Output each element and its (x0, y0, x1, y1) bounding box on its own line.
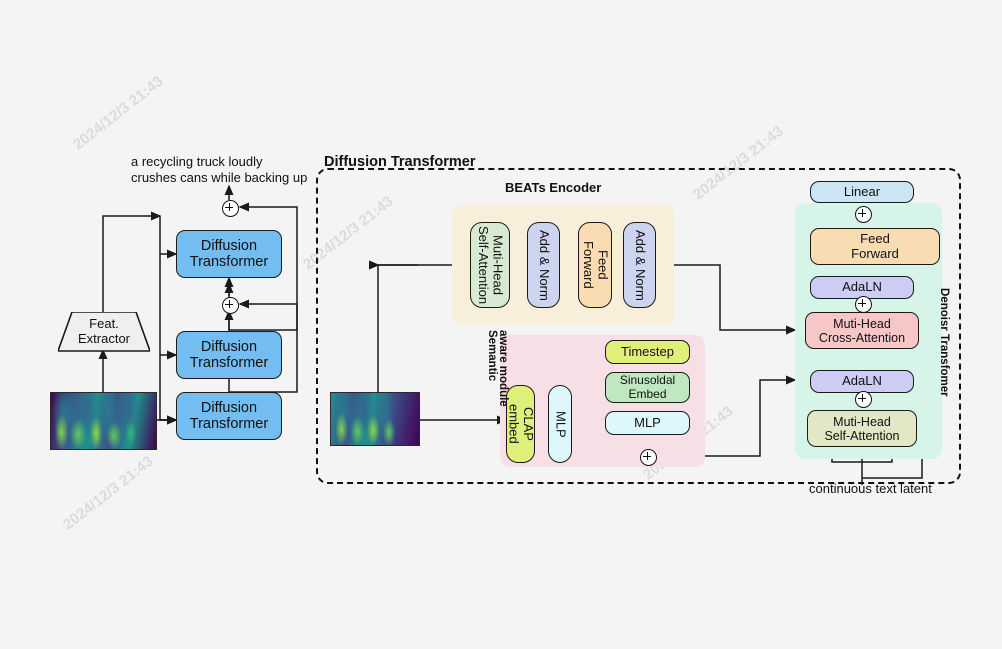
denoiser-adaln-bottom-label: AdaLN (842, 373, 882, 389)
dt-block-1-line2: Transformer (189, 254, 269, 270)
dt-block-3-line1: Diffusion (200, 399, 258, 416)
denoiser-self-attn-line1: Muti-Head (833, 414, 891, 429)
residual-add-lower (222, 297, 239, 314)
semantic-add-node (640, 449, 657, 466)
beats-add-norm-2-label: Add & Norm (632, 229, 648, 301)
diffusion-transformer-title: Diffusion Transformer (324, 154, 476, 170)
denoiser-add-mid (855, 296, 872, 313)
denoiser-adaln-bottom[interactable]: AdaLN (810, 370, 914, 393)
denoiser-ff-line2: Forward (851, 245, 899, 261)
denoiser-adaln-top-label: AdaLN (842, 279, 882, 295)
semantic-module-label-line2: aware module (497, 330, 509, 407)
dt-block-3-line2: Transformer (189, 416, 269, 432)
input-spectrogram-right (330, 392, 420, 446)
semantic-mlp-label: MLP (634, 414, 661, 430)
timestep-block[interactable]: Timestep (605, 340, 690, 364)
beats-feed-forward[interactable]: Feed Forward (578, 222, 612, 308)
denoiser-linear-label: Linear (843, 183, 881, 199)
continuous-text-latent-label: continuous text latent (809, 481, 932, 496)
denoiser-cross-attention[interactable]: Muti-Head Cross-Attention (805, 312, 919, 349)
dt-block-2-line1: Diffusion (200, 338, 258, 355)
denoiser-transformer-label: Denoisr Transfomer (938, 288, 950, 397)
dt-block-1-line1: Diffusion (200, 237, 258, 254)
sinusoidal-line2: Embed (628, 386, 667, 401)
denoiser-ff-line1: Feed (860, 230, 890, 246)
sinusoidal-line1: Sinusoldal (619, 373, 676, 388)
denoiser-self-attn-line2: Self-Attention (824, 428, 900, 443)
sinusoidal-embed-block[interactable]: Sinusoldal Embed (605, 372, 690, 403)
timestep-label: Timestep (621, 343, 674, 359)
denoiser-cross-attn-line2: Cross-Attention (818, 330, 906, 345)
beats-mhsa-line1: Muti-Head (490, 235, 506, 295)
beats-ff-line2: Forward (581, 241, 596, 289)
feat-extractor-label-line1: Feat. (89, 316, 119, 332)
dt-block-2-line2: Transformer (189, 355, 269, 371)
beats-encoder-title: BEATs Encoder (505, 180, 602, 195)
semantic-mlp-block[interactable]: MLP (605, 411, 690, 435)
denoiser-cross-attn-line1: Muti-Head (833, 316, 891, 331)
denoiser-self-attention[interactable]: Muti-Head Self-Attention (807, 410, 917, 447)
beats-add-norm-1[interactable]: Add & Norm (527, 222, 560, 308)
denoiser-add-bottom (855, 391, 872, 408)
diffusion-transformer-block-2[interactable]: Diffusion Transformer (176, 331, 282, 379)
residual-add-upper (222, 200, 239, 217)
clap-embed-label: CLAP embed (506, 404, 537, 444)
clap-embed-block[interactable]: CLAP embed (506, 385, 537, 463)
diffusion-transformer-block-1[interactable]: Diffusion Transformer (176, 230, 282, 278)
beats-add-norm-1-label: Add & Norm (536, 229, 552, 301)
watermark: 2024/12/3 21:43 (70, 72, 167, 154)
semantic-mlp-vertical-label: MLP (553, 410, 569, 438)
prompt-caption-line2: crushes cans while backing up (131, 170, 308, 185)
beats-ff-line1: Feed (595, 250, 611, 280)
input-spectrogram-left (50, 392, 157, 450)
diffusion-transformer-block-3[interactable]: Diffusion Transformer (176, 392, 282, 440)
denoiser-add-top (855, 206, 872, 223)
beats-add-norm-2[interactable]: Add & Norm (623, 222, 656, 308)
feat-extractor-label-line2: Extractor (77, 331, 130, 346)
watermark: 2024/12/3 21:43 (60, 452, 157, 534)
beats-multi-head-self-attention[interactable]: Muti-Head Self-Attention (470, 222, 510, 308)
figure-canvas: 2024/12/3 21:43 2024/12/3 21:43 2024/12/… (0, 0, 1002, 649)
denoiser-linear[interactable]: Linear (810, 181, 914, 203)
prompt-caption-line1: a recycling truck loudly (131, 154, 263, 169)
denoiser-feed-forward[interactable]: Feed Forward (810, 228, 940, 265)
beats-mhsa-line2: Self-Attention (476, 225, 491, 305)
semantic-mlp-vertical-block[interactable]: MLP (548, 385, 572, 463)
